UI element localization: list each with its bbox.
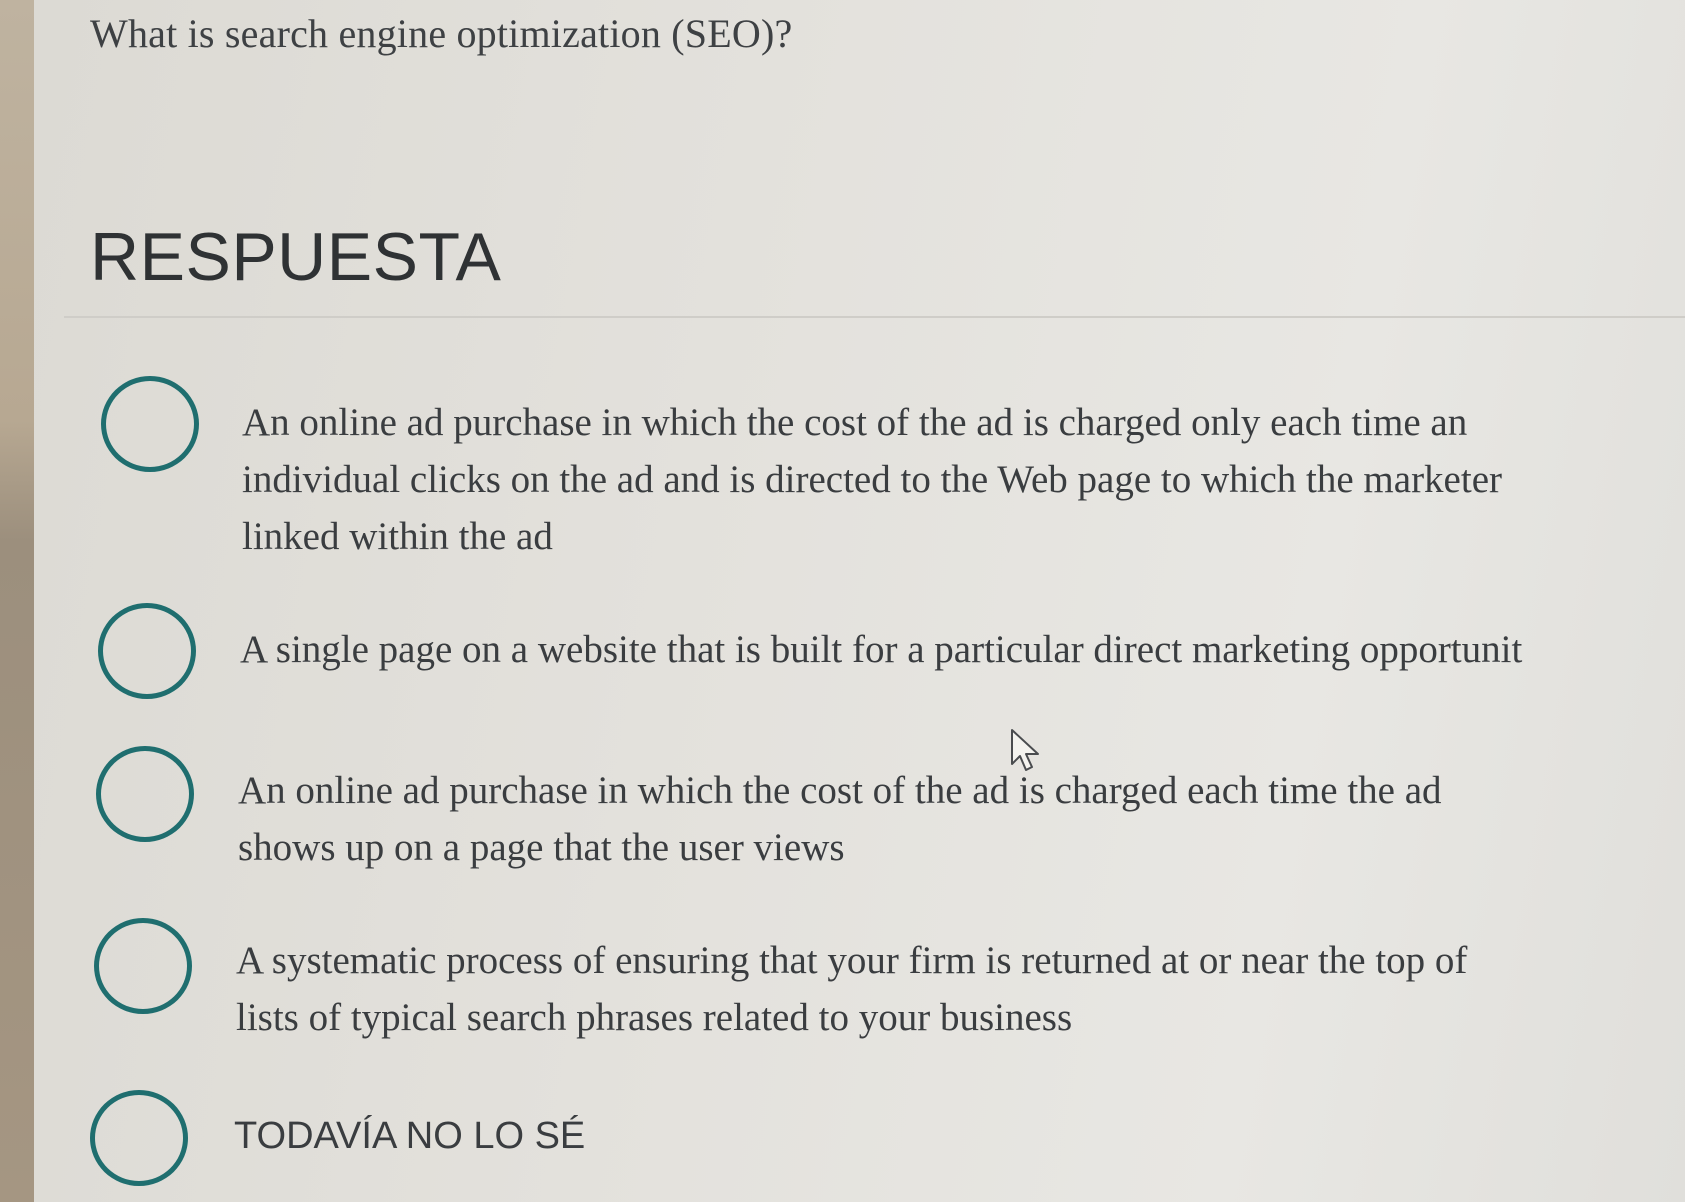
- radio-button-3[interactable]: [96, 746, 194, 842]
- answer-option-2-text: A single page on a website that is built…: [240, 621, 1522, 678]
- radio-button-1[interactable]: [101, 376, 199, 472]
- radio-button-2[interactable]: [98, 603, 196, 699]
- answer-option-1-line-3: linked within the ad: [242, 515, 553, 558]
- answer-option-1-line-1: An online ad purchase in which the cost …: [242, 401, 1468, 444]
- page-edge: [0, 0, 34, 1202]
- answer-option-5-text: TODAVÍA NO LO SÉ: [234, 1108, 585, 1165]
- answer-option-5-line-1: TODAVÍA NO LO SÉ: [234, 1115, 586, 1157]
- answer-option-1-line-2: individual clicks on the ad and is direc…: [242, 458, 1502, 501]
- answer-option-4-text: A systematic process of ensuring that yo…: [236, 932, 1467, 1046]
- answer-option-4-line-1: A systematic process of ensuring that yo…: [236, 939, 1468, 982]
- question-text: What is search engine optimization (SEO)…: [90, 11, 793, 56]
- heading-divider: [64, 316, 1685, 318]
- answer-heading: RESPUESTA: [90, 219, 502, 295]
- answer-option-3-line-2: shows up on a page that the user views: [238, 826, 845, 869]
- radio-button-4[interactable]: [94, 918, 192, 1014]
- answer-option-3-line-1: An online ad purchase in which the cost …: [238, 769, 1442, 812]
- answer-option-1-text: An online ad purchase in which the cost …: [242, 394, 1502, 565]
- mouse-pointer-icon: [1011, 729, 1039, 771]
- answer-option-3-text: An online ad purchase in which the cost …: [238, 762, 1442, 876]
- answer-option-4-line-2: lists of typical search phrases related …: [236, 996, 1073, 1039]
- radio-button-5[interactable]: [90, 1090, 188, 1186]
- answer-option-2-line-1: A single page on a website that is built…: [240, 628, 1523, 671]
